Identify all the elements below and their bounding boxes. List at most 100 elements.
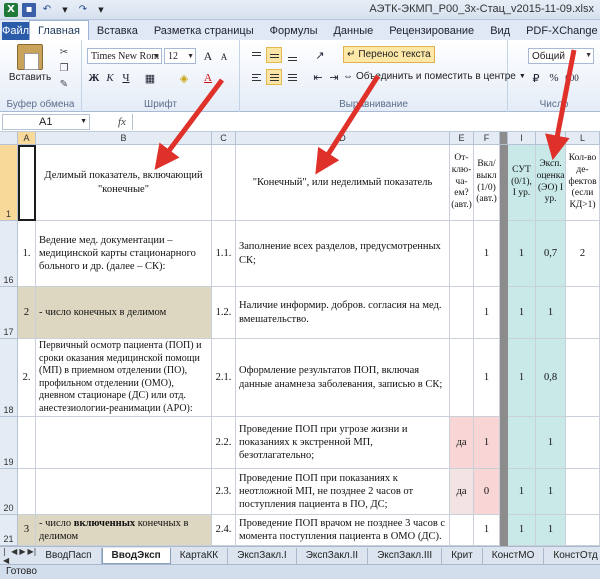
row-header[interactable]: 19 [0, 417, 18, 469]
tab-insert[interactable]: Вставка [89, 22, 146, 40]
align-right-button[interactable] [284, 69, 300, 85]
column-header[interactable]: E [450, 132, 474, 145]
cell-num[interactable] [18, 417, 36, 469]
column-header[interactable]: B [36, 132, 212, 145]
align-left-button[interactable] [248, 69, 264, 85]
cell-defect-count[interactable] [566, 515, 600, 546]
cell-expert-score[interactable]: 1 [536, 287, 566, 339]
cell-switchable[interactable] [450, 515, 474, 546]
cell-expert-score[interactable]: 1 [536, 417, 566, 469]
undo-dropdown-icon[interactable]: ▼ [58, 3, 72, 17]
header-switchable[interactable]: От-клю-ча-ем? (авт.) [450, 145, 474, 221]
column-header[interactable]: D [236, 132, 450, 145]
cell-defect-count[interactable] [566, 287, 600, 339]
header-expert-score[interactable]: Эксп. оценка (ЭО) I ур. [536, 145, 566, 221]
paste-button[interactable]: Вставить [9, 44, 51, 88]
cell-defect-count[interactable] [566, 339, 600, 417]
cell-a1[interactable] [18, 145, 36, 221]
sheet-tab[interactable]: ЭкспЗакл.I [228, 547, 297, 564]
thousands-icon[interactable]: 000 [564, 70, 580, 86]
row-header[interactable]: 17 [0, 287, 18, 339]
column-header[interactable]: C [212, 132, 236, 145]
align-top-button[interactable] [248, 47, 264, 63]
next-sheet-icon[interactable]: ▶ [19, 547, 25, 565]
formula-input[interactable] [131, 113, 600, 130]
cell-on-off[interactable]: 1 [474, 417, 500, 469]
cell-final-text[interactable]: Проведение ПОП при угрозе жизни и показа… [236, 417, 450, 469]
excel-logo-icon[interactable]: X [4, 2, 18, 17]
cell-on-off[interactable]: 1 [474, 515, 500, 546]
cell-subnum[interactable]: 1.1. [212, 221, 236, 287]
currency-icon[interactable]: ₽ [528, 70, 544, 86]
cell-sut[interactable]: 1 [508, 339, 536, 417]
tab-view[interactable]: Вид [482, 22, 518, 40]
merge-center-button[interactable]: ⇔ Объединить и поместить в центре ▼ [343, 68, 526, 84]
cell-sut[interactable]: 1 [508, 469, 536, 515]
cell-on-off[interactable]: 0 [474, 469, 500, 515]
prev-sheet-icon[interactable]: ◀ [11, 547, 17, 565]
sheet-tab[interactable]: ЭкспЗакл.II [297, 547, 369, 564]
cell-divisible-text[interactable] [36, 469, 212, 515]
save-icon[interactable]: ▪ [22, 2, 36, 17]
cell-switchable[interactable]: да [450, 417, 474, 469]
percent-icon[interactable]: % [546, 70, 562, 86]
sheet-tab[interactable]: ВводПасп [36, 547, 102, 564]
increase-indent-icon[interactable]: ⇥ [326, 69, 342, 85]
cell-final-text[interactable]: Оформление результатов ПОП, включая данн… [236, 339, 450, 417]
cell-final-text[interactable]: Наличие информир. добров. согласия на ме… [236, 287, 450, 339]
row-header[interactable]: 21 [0, 515, 18, 546]
cell-switchable[interactable] [450, 287, 474, 339]
cell-final-text[interactable]: Заполнение всех разделов, предусмотренны… [236, 221, 450, 287]
column-header[interactable]: J [536, 132, 566, 145]
tab-data[interactable]: Данные [325, 22, 381, 40]
cell-subnum[interactable]: 1.2. [212, 287, 236, 339]
last-sheet-icon[interactable]: ▶| [27, 547, 36, 565]
cell-sut[interactable]: 1 [508, 221, 536, 287]
redo-icon[interactable]: ↷ [76, 3, 90, 17]
tab-formulas[interactable]: Формулы [262, 22, 326, 40]
cell-on-off[interactable]: 1 [474, 339, 500, 417]
cell-defect-count[interactable] [566, 469, 600, 515]
cell-final-text[interactable]: Проведение ПОП при показаниях к неотложн… [236, 469, 450, 515]
align-center-button[interactable] [266, 69, 282, 85]
column-header[interactable]: A [18, 132, 36, 145]
tab-page-layout[interactable]: Разметка страницы [146, 22, 262, 40]
sheet-tab[interactable]: КонстОтд [544, 548, 600, 564]
sheet-tab[interactable]: ЭкспЗакл.III [368, 547, 443, 564]
cell-on-off[interactable]: 1 [474, 287, 500, 339]
tab-review[interactable]: Рецензирование [381, 22, 482, 40]
cell-on-off[interactable]: 1 [474, 221, 500, 287]
sheet-tab-active[interactable]: ВводЭксп [101, 547, 171, 564]
fx-icon[interactable]: fx [118, 116, 126, 128]
cell-switchable[interactable] [450, 339, 474, 417]
column-header[interactable]: I [508, 132, 536, 145]
header-defect-count[interactable]: Кол-во де-фектов (если КД>1) [566, 145, 600, 221]
header-divisible-indicator[interactable]: Делимый показатель, включающий "конечные… [36, 145, 212, 221]
bold-button[interactable]: Ж [86, 70, 102, 86]
cut-icon[interactable]: ✂ [58, 46, 70, 58]
sheet-tab[interactable]: Крит [442, 547, 483, 564]
qat-customize-icon[interactable]: ▼ [94, 3, 108, 17]
cell-expert-score[interactable]: 0,8 [536, 339, 566, 417]
first-sheet-icon[interactable]: |◀ [3, 547, 9, 565]
number-format-select[interactable]: Общий ▼ [528, 48, 594, 64]
cell-divisible-text[interactable]: Первичный осмотр пациента (ПОП) и сроки … [36, 339, 212, 417]
cell-switchable[interactable] [450, 221, 474, 287]
cell-subnum[interactable]: 2.4. [212, 515, 236, 546]
fill-color-icon[interactable]: ◈ [176, 70, 192, 86]
borders-icon[interactable]: ▦ [142, 70, 158, 86]
cell-divisible-text[interactable]: - число конечных в делимом [36, 287, 212, 339]
cell-defect-count[interactable] [566, 417, 600, 469]
select-all-corner[interactable] [0, 132, 18, 145]
italic-button[interactable]: К [102, 70, 118, 86]
row-header[interactable]: 18 [0, 339, 18, 417]
font-size-select[interactable]: 12 ▼ [164, 48, 196, 64]
row-header[interactable]: 20 [0, 469, 18, 515]
cell-divisible-text[interactable]: - число включенных конечных в делимом [36, 515, 212, 546]
decrease-indent-icon[interactable]: ⇤ [310, 69, 326, 85]
sheet-tab[interactable]: КартаКК [171, 547, 229, 564]
cell-divisible-text[interactable]: Ведение мед. документации – медицинской … [36, 221, 212, 287]
cell-num[interactable]: 2. [18, 339, 36, 417]
header-final-indicator[interactable]: "Конечный", или неделимый показатель [236, 145, 450, 221]
header-on-off[interactable]: Вкл/выкл (1/0) (авт.) [474, 145, 500, 221]
